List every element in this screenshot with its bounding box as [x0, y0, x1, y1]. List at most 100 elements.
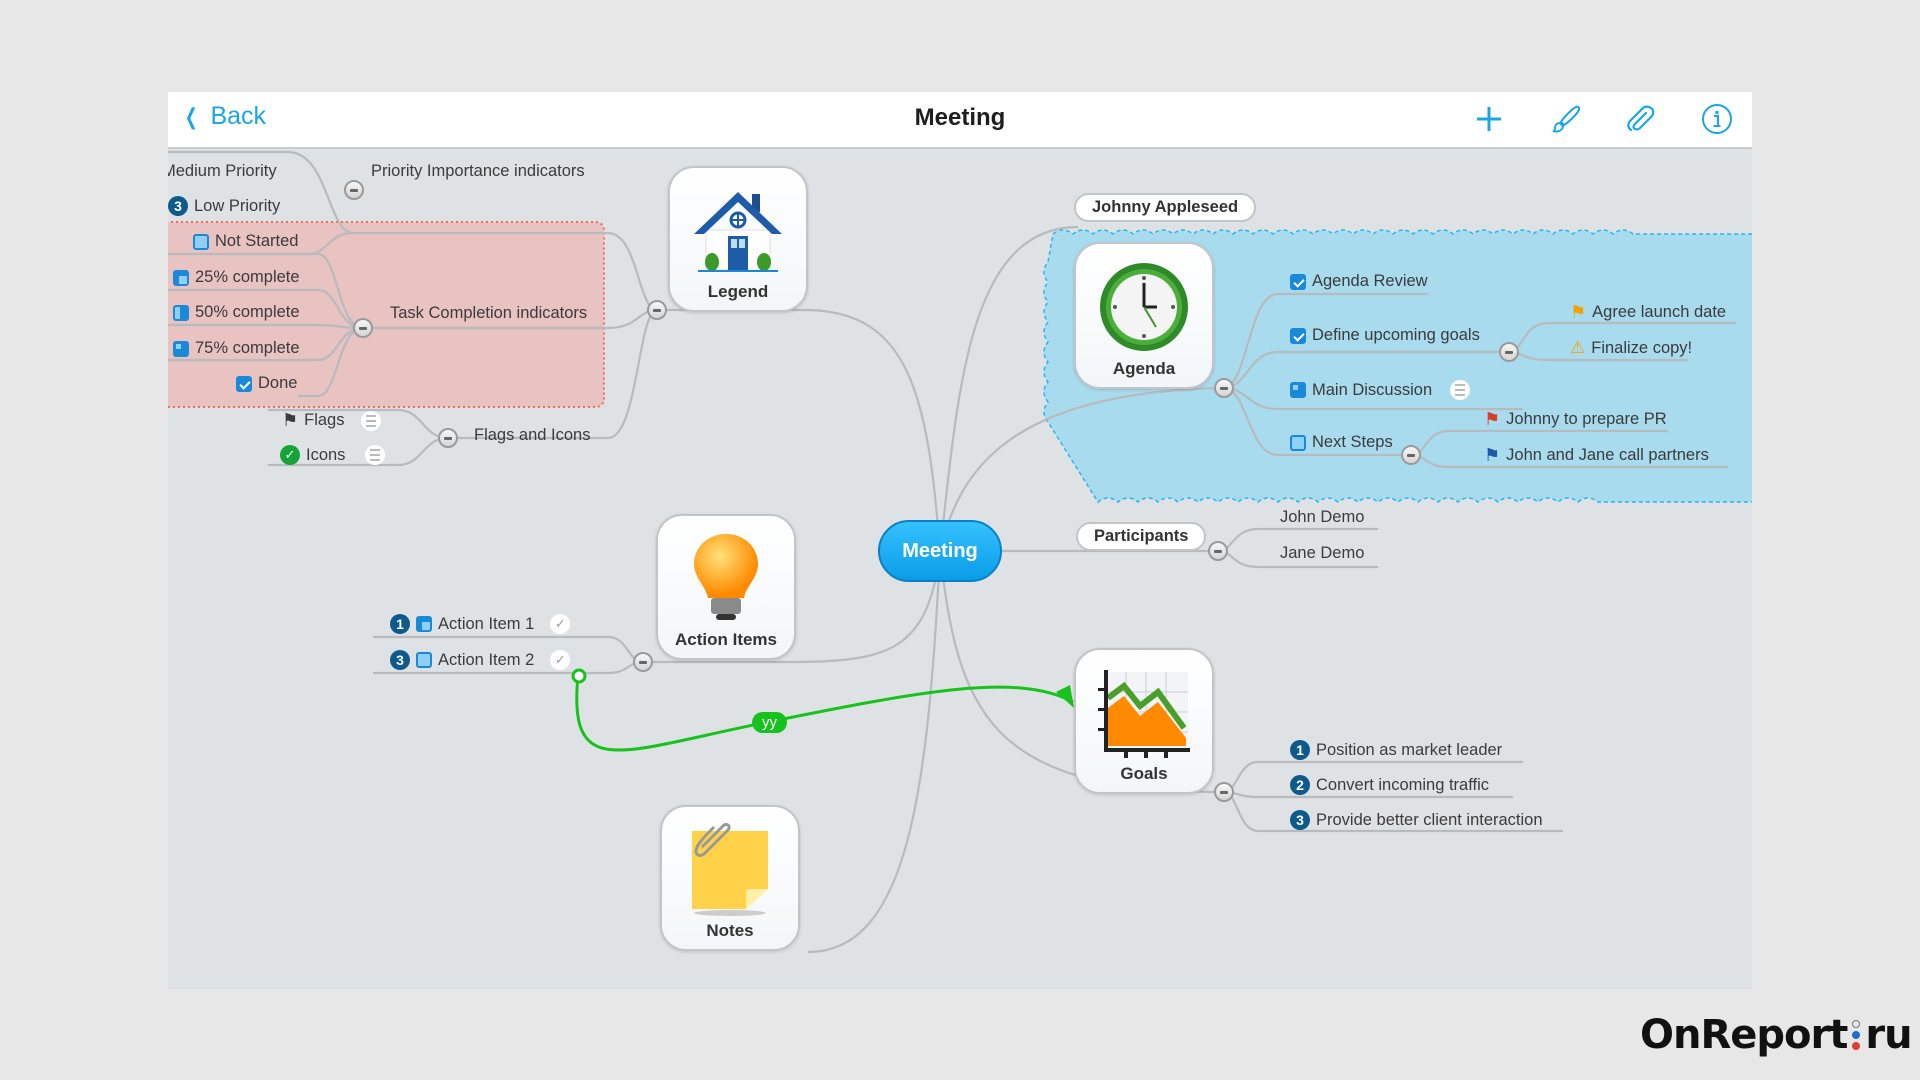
sticky-note-icon: [692, 823, 768, 916]
finalize-copy-node[interactable]: ⚠ Finalize copy!: [1570, 338, 1692, 358]
priority-3-icon: 3: [390, 650, 410, 670]
node-label: Low Priority: [194, 196, 281, 215]
task-check-icon[interactable]: ✓: [550, 650, 571, 670]
50-percent-icon: [173, 304, 189, 321]
house-icon: [694, 192, 782, 272]
note-icon[interactable]: [1450, 380, 1471, 400]
25-percent-icon: [173, 269, 189, 286]
flags-icons-collapse-button[interactable]: [438, 428, 458, 448]
watermark-right: ru: [1865, 1012, 1912, 1058]
green-check-icon: ✓: [280, 445, 300, 465]
chart-icon: [1098, 670, 1190, 758]
notes-label: Notes: [706, 921, 754, 940]
goals-collapse-button[interactable]: [1214, 782, 1234, 802]
node-label: Priority Importance indicators: [371, 162, 585, 180]
action-item-2-node[interactable]: 3 Action Item 2 ✓: [390, 650, 571, 670]
note-icon[interactable]: [365, 445, 386, 465]
note-icon[interactable]: [360, 410, 381, 431]
relationship-label[interactable]: yy: [752, 712, 787, 733]
low-priority-node[interactable]: 3 Low Priority: [168, 196, 280, 216]
style-button[interactable]: [1548, 102, 1582, 136]
node-label: 50% complete: [195, 303, 300, 321]
main-discussion-node[interactable]: Main Discussion: [1290, 380, 1471, 400]
agenda-label: Agenda: [1112, 359, 1176, 378]
goals-node[interactable]: Goals: [1074, 648, 1214, 794]
goal-2-node[interactable]: 2 Convert incoming traffic: [1290, 775, 1489, 795]
attach-button[interactable]: [1624, 102, 1658, 136]
node-label: Action Item 1: [438, 614, 535, 633]
define-goals-collapse-button[interactable]: [1499, 342, 1519, 362]
node-label: Icons: [306, 445, 346, 464]
goal-1-node[interactable]: 1 Position as market leader: [1290, 740, 1502, 760]
add-button[interactable]: [1472, 102, 1506, 136]
node-label: Convert incoming traffic: [1316, 775, 1490, 794]
node-label: Agree launch date: [1592, 303, 1727, 321]
agenda-review-node[interactable]: Agenda Review: [1290, 272, 1428, 291]
call-partners-node[interactable]: ⚑ John and Jane call partners: [1484, 445, 1709, 466]
participants-collapse-button[interactable]: [1208, 541, 1228, 561]
define-goals-node[interactable]: Define upcoming goals: [1290, 326, 1480, 345]
done-node[interactable]: Done: [236, 374, 297, 393]
task-check-icon[interactable]: ✓: [550, 614, 571, 634]
75-complete-node[interactable]: 75% complete: [173, 339, 300, 358]
orange-flag-icon: ⚑: [1570, 302, 1587, 322]
agree-launch-node[interactable]: ⚑ Agree launch date: [1570, 302, 1726, 323]
action-items-collapse-button[interactable]: [633, 652, 653, 672]
brush-icon: [1552, 105, 1580, 133]
task-completion-node[interactable]: Task Completion indicators: [390, 304, 587, 323]
flags-and-icons-node[interactable]: Flags and Icons: [474, 426, 590, 445]
25-complete-node[interactable]: 25% complete: [173, 268, 300, 287]
next-steps-node[interactable]: Next Steps: [1290, 433, 1393, 452]
node-label: Finalize copy!: [1591, 338, 1693, 357]
goal-3-node[interactable]: 3 Provide better client interaction: [1290, 810, 1543, 830]
task-completion-collapse-button[interactable]: [353, 318, 373, 338]
notes-node[interactable]: Notes: [660, 805, 800, 951]
watermark-left: OnReport: [1640, 1012, 1848, 1058]
jane-demo-node[interactable]: Jane Demo: [1280, 544, 1364, 563]
info-icon: [1702, 104, 1732, 134]
icons-node[interactable]: ✓ Icons: [280, 445, 386, 465]
warning-icon: ⚠: [1570, 338, 1586, 357]
priority-3-icon: 3: [168, 196, 188, 216]
paperclip-icon: [1627, 105, 1655, 132]
node-label: Provide better client interaction: [1316, 810, 1543, 829]
black-flag-icon: ⚑: [282, 410, 299, 430]
next-steps-collapse-button[interactable]: [1401, 445, 1421, 465]
info-button[interactable]: [1700, 102, 1734, 136]
agenda-node[interactable]: Agenda: [1074, 242, 1214, 389]
flags-node[interactable]: ⚑ Flags: [282, 410, 381, 431]
not-started-node[interactable]: Not Started: [193, 232, 298, 251]
node-label: Next Steps: [1312, 433, 1393, 451]
action-items-node[interactable]: Action Items: [656, 514, 796, 660]
node-label: Position as market leader: [1316, 740, 1503, 759]
medium-priority-node[interactable]: Medium Priority: [168, 162, 277, 181]
priority-importance-node[interactable]: Priority Importance indicators: [371, 162, 585, 181]
legend-node[interactable]: Legend: [668, 166, 808, 312]
25-percent-icon: [416, 616, 432, 632]
node-label: John and Jane call partners: [1506, 446, 1709, 464]
participants-node[interactable]: Participants: [1076, 522, 1207, 551]
priority-3-icon: 3: [1290, 810, 1310, 830]
priority-collapse-button[interactable]: [344, 180, 364, 200]
prepare-pr-node[interactable]: ⚑ Johnny to prepare PR: [1484, 409, 1667, 430]
top-bar: ❮ Back Meeting: [168, 92, 1752, 149]
johnny-appleseed-label[interactable]: Johnny Appleseed: [1074, 193, 1257, 222]
plus-icon: [1477, 107, 1501, 131]
action-item-1-node[interactable]: 1 Action Item 1 ✓: [390, 614, 571, 634]
central-topic[interactable]: Meeting: [878, 520, 1002, 582]
node-label: Flags: [304, 411, 345, 429]
action-items-label: Action Items: [674, 630, 778, 649]
john-demo-node[interactable]: John Demo: [1280, 508, 1364, 527]
node-label: Task Completion indicators: [390, 304, 588, 322]
node-label: 75% complete: [195, 339, 300, 357]
red-flag-icon: ⚑: [1484, 409, 1501, 429]
clock-icon: [1100, 263, 1188, 351]
node-label: Agenda Review: [1312, 272, 1428, 290]
done-checkbox-icon: [1290, 327, 1306, 344]
agenda-collapse-button[interactable]: [1214, 378, 1234, 398]
legend-collapse-button[interactable]: [647, 300, 667, 320]
50-complete-node[interactable]: 50% complete: [173, 303, 300, 322]
done-checkbox-icon: [236, 375, 252, 392]
onreport-watermark: OnReport ru: [1640, 1012, 1913, 1058]
not-started-icon: [1290, 434, 1306, 451]
